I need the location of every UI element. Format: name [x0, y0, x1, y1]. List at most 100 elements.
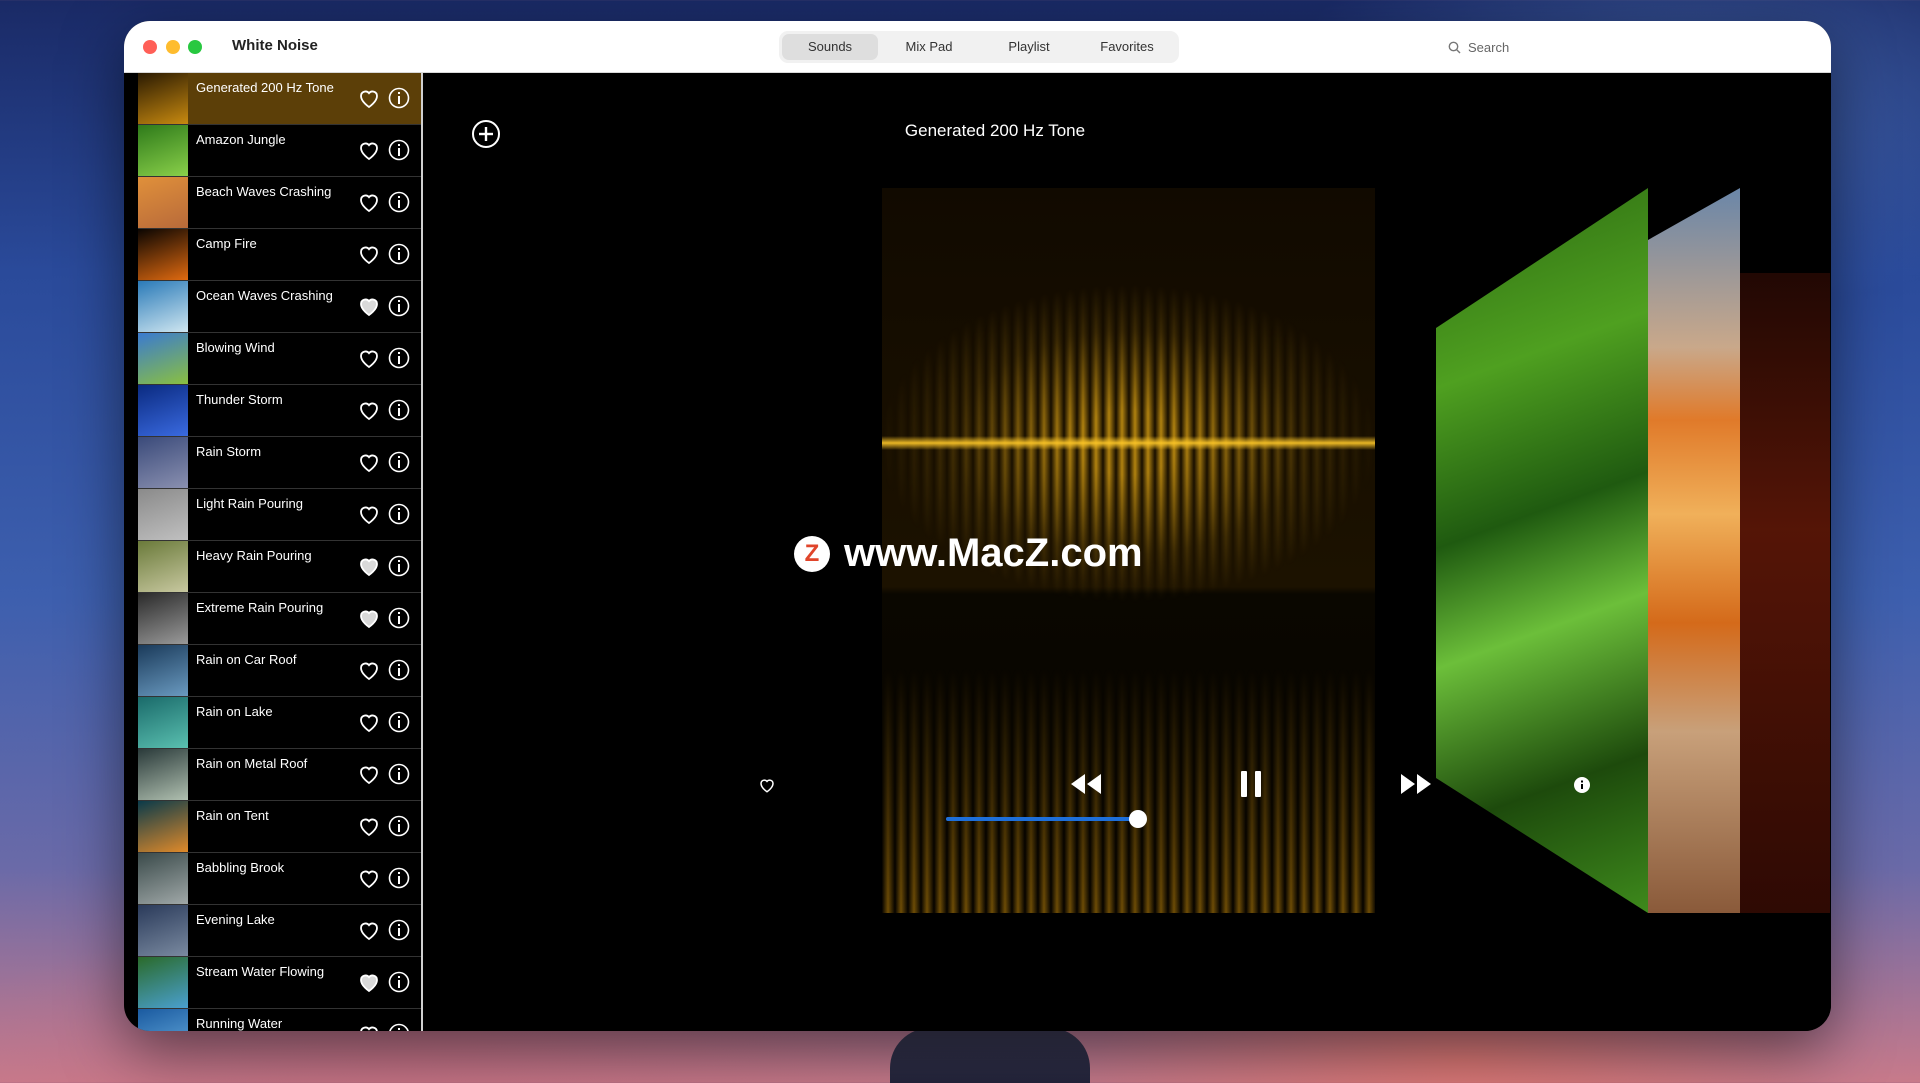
sound-label: Blowing Wind	[196, 340, 275, 355]
info-icon[interactable]	[388, 295, 410, 317]
app-title: White Noise	[232, 37, 318, 54]
sound-list-item[interactable]: Ocean Waves Crashing	[138, 281, 421, 333]
heart-icon[interactable]	[357, 710, 381, 734]
sound-list-item[interactable]: Rain on Metal Roof	[138, 749, 421, 801]
sound-list-item[interactable]: Blowing Wind	[138, 333, 421, 385]
sound-list-item[interactable]: Amazon Jungle	[138, 125, 421, 177]
sound-list-item[interactable]: Thunder Storm	[138, 385, 421, 437]
title-bar: White Noise Sounds Mix Pad Playlist Favo…	[124, 21, 1831, 73]
sound-thumbnail	[138, 957, 188, 1008]
sound-list-item[interactable]: Stream Water Flowing	[138, 957, 421, 1009]
sound-list-item[interactable]: Beach Waves Crashing	[138, 177, 421, 229]
info-icon[interactable]	[388, 451, 410, 473]
sound-list-item[interactable]: Evening Lake	[138, 905, 421, 957]
heart-filled-icon[interactable]	[357, 294, 381, 318]
heart-icon[interactable]	[357, 138, 381, 162]
heart-filled-icon[interactable]	[357, 554, 381, 578]
info-icon[interactable]	[388, 399, 410, 421]
heart-icon[interactable]	[357, 190, 381, 214]
sound-thumbnail	[138, 385, 188, 436]
favorite-heart-icon[interactable]	[758, 776, 776, 794]
info-icon[interactable]	[388, 503, 410, 525]
sound-list-item[interactable]: Babbling Brook	[138, 853, 421, 905]
tab-playlist[interactable]: Playlist	[980, 34, 1078, 60]
sound-thumbnail	[138, 281, 188, 332]
sound-label: Generated 200 Hz Tone	[196, 80, 334, 95]
search-field[interactable]: Search	[1448, 33, 1698, 61]
heart-icon[interactable]	[357, 1022, 381, 1031]
pause-icon[interactable]	[1240, 771, 1262, 797]
info-icon[interactable]	[388, 555, 410, 577]
heart-icon[interactable]	[357, 918, 381, 942]
sound-label: Rain Storm	[196, 444, 262, 459]
sound-list-item[interactable]: Rain Storm	[138, 437, 421, 489]
sound-thumbnail	[138, 541, 188, 592]
sound-label: Running Water	[196, 1016, 283, 1031]
info-icon[interactable]	[388, 971, 410, 993]
info-icon[interactable]	[388, 659, 410, 681]
info-icon[interactable]	[388, 191, 410, 213]
sound-label: Rain on Metal Roof	[196, 756, 308, 771]
sound-thumbnail	[138, 73, 188, 124]
sound-list-item[interactable]: Rain on Tent	[138, 801, 421, 853]
heart-icon[interactable]	[357, 346, 381, 370]
sound-list-item[interactable]: Running Water	[138, 1009, 421, 1031]
desktop-figure	[890, 1028, 1090, 1083]
heart-icon[interactable]	[357, 658, 381, 682]
volume-slider[interactable]	[946, 810, 1147, 828]
info-icon[interactable]	[388, 815, 410, 837]
heart-icon[interactable]	[357, 866, 381, 890]
close-window-button[interactable]	[143, 40, 157, 54]
tab-bar: Sounds Mix Pad Playlist Favorites	[779, 31, 1179, 63]
heart-icon[interactable]	[357, 814, 381, 838]
heart-icon[interactable]	[357, 86, 381, 110]
info-icon[interactable]	[388, 919, 410, 941]
sound-list-item[interactable]: Heavy Rain Pouring	[138, 541, 421, 593]
sound-list-item[interactable]: Light Rain Pouring	[138, 489, 421, 541]
sound-thumbnail	[138, 749, 188, 800]
info-icon[interactable]	[388, 763, 410, 785]
sound-list-item[interactable]: Rain on Car Roof	[138, 645, 421, 697]
sound-label: Beach Waves Crashing	[196, 184, 332, 199]
sound-list-item[interactable]: Extreme Rain Pouring	[138, 593, 421, 645]
info-icon[interactable]	[388, 87, 410, 109]
sound-label: Rain on Car Roof	[196, 652, 297, 667]
heart-icon[interactable]	[357, 450, 381, 474]
sound-label: Evening Lake	[196, 912, 275, 927]
tab-sounds[interactable]: Sounds	[782, 34, 878, 60]
info-icon[interactable]	[388, 347, 410, 369]
info-icon[interactable]	[388, 139, 410, 161]
coverflow-fire-artwork[interactable]	[1740, 273, 1830, 913]
heart-filled-icon[interactable]	[357, 606, 381, 630]
sound-list-item[interactable]: Generated 200 Hz Tone	[138, 73, 421, 125]
fast-forward-icon[interactable]	[1400, 774, 1432, 794]
heart-icon[interactable]	[357, 398, 381, 422]
sound-list[interactable]: Generated 200 Hz Tone Amazon Jungle Beach …	[138, 73, 423, 1031]
info-icon[interactable]	[1574, 777, 1590, 793]
sound-thumbnail	[138, 333, 188, 384]
zoom-window-button[interactable]	[188, 40, 202, 54]
heart-icon[interactable]	[357, 242, 381, 266]
sound-list-item[interactable]: Rain on Lake	[138, 697, 421, 749]
watermark: Z www.MacZ.com	[794, 531, 1143, 576]
info-icon[interactable]	[388, 867, 410, 889]
sound-thumbnail	[138, 1009, 188, 1031]
volume-slider-fill	[946, 817, 1138, 821]
heart-icon[interactable]	[357, 762, 381, 786]
tab-favorites[interactable]: Favorites	[1078, 34, 1176, 60]
heart-icon[interactable]	[357, 502, 381, 526]
info-icon[interactable]	[388, 243, 410, 265]
sound-list-item[interactable]: Camp Fire	[138, 229, 421, 281]
tab-mix-pad[interactable]: Mix Pad	[878, 34, 980, 60]
sound-label: Rain on Tent	[196, 808, 269, 823]
rewind-icon[interactable]	[1070, 774, 1102, 794]
info-icon[interactable]	[388, 607, 410, 629]
coverflow-beach-artwork[interactable]	[1648, 188, 1740, 913]
coverflow-jungle-artwork[interactable]	[1436, 188, 1648, 913]
minimize-window-button[interactable]	[166, 40, 180, 54]
info-icon[interactable]	[388, 1023, 410, 1031]
heart-filled-icon[interactable]	[357, 970, 381, 994]
add-plus-icon[interactable]	[471, 119, 501, 149]
info-icon[interactable]	[388, 711, 410, 733]
volume-slider-knob[interactable]	[1129, 810, 1147, 828]
